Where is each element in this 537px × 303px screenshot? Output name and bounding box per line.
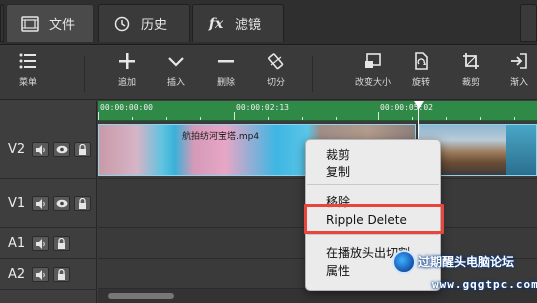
crop-button[interactable]: 裁剪 bbox=[462, 52, 480, 88]
track-label: A2 bbox=[8, 267, 26, 282]
list-menu-icon bbox=[19, 53, 36, 69]
ruler-tick bbox=[200, 117, 201, 120]
track-label: V1 bbox=[8, 196, 26, 211]
fx-icon: fx bbox=[208, 15, 224, 32]
split-label: 切分 bbox=[267, 78, 286, 88]
playhead-handle[interactable] bbox=[414, 101, 424, 109]
ruler-tick bbox=[98, 112, 99, 120]
resize-icon bbox=[365, 53, 381, 68]
plus-icon bbox=[119, 53, 135, 69]
fade-in-label: 渐入 bbox=[510, 78, 529, 88]
ruler-tick bbox=[514, 117, 515, 120]
toolbar: 菜单 追加 插入 删除 切分 改变大小 旋转 裁剪 渐入 bbox=[0, 46, 537, 100]
add-button[interactable]: 追加 bbox=[118, 52, 136, 88]
highlight-box bbox=[304, 204, 444, 234]
minus-icon bbox=[218, 60, 234, 63]
toolbar-divider bbox=[312, 56, 313, 92]
eye-icon[interactable] bbox=[53, 142, 70, 157]
menu-item-properties[interactable]: 属性 bbox=[326, 262, 350, 279]
clock-icon bbox=[113, 15, 131, 33]
watermark-title: 过期醒头电脑论坛 bbox=[418, 255, 515, 269]
lock-icon[interactable] bbox=[53, 236, 70, 251]
watermark: 过期醒头电脑论坛 www.gqgtpc.com bbox=[386, 246, 537, 303]
rotate-button[interactable]: 旋转 bbox=[412, 52, 430, 88]
tab-history-label: 历史 bbox=[141, 18, 168, 33]
ruler-tick bbox=[412, 117, 413, 120]
lock-icon[interactable] bbox=[53, 267, 70, 282]
forum-logo-icon bbox=[392, 250, 416, 274]
insert-label: 插入 bbox=[167, 78, 186, 88]
tab-history[interactable]: 历史 bbox=[98, 4, 190, 42]
fade-in-icon bbox=[511, 53, 527, 69]
menu-separator bbox=[307, 234, 439, 235]
tab-edge-left bbox=[0, 4, 4, 42]
ruler-tick bbox=[336, 117, 337, 120]
ruler-tick bbox=[302, 117, 303, 120]
eye-icon[interactable] bbox=[53, 196, 70, 211]
watermark-url: www.gqgtpc.com bbox=[432, 278, 537, 291]
tab-filter[interactable]: fx 滤镜 bbox=[192, 4, 284, 42]
delete-label: 删除 bbox=[217, 78, 236, 88]
track-label: V2 bbox=[8, 142, 26, 157]
clip-title: 航拍纺 bbox=[509, 132, 537, 142]
tab-next[interactable] bbox=[520, 4, 537, 42]
split-button[interactable]: 切分 bbox=[267, 52, 285, 88]
lock-icon[interactable] bbox=[74, 196, 91, 211]
tab-filter-label: 滤镜 bbox=[235, 18, 262, 33]
crop-icon bbox=[463, 53, 479, 69]
timecode-label: 00:00:02:13 bbox=[236, 103, 289, 112]
timecode-label: 00:00:05:02 bbox=[380, 103, 433, 112]
track-header-a1: A1 bbox=[0, 229, 97, 259]
ruler-tick bbox=[268, 117, 269, 120]
track-header-v1: V1 bbox=[0, 180, 97, 228]
file-icon bbox=[21, 15, 39, 33]
menu-item-crop[interactable]: 裁剪 bbox=[326, 146, 350, 163]
timeline-ruler[interactable]: 00:00:00:00 00:00:02:13 00:00:05:02 bbox=[98, 101, 537, 121]
resize-button[interactable]: 改变大小 bbox=[355, 52, 391, 88]
rotate-label: 旋转 bbox=[412, 78, 431, 88]
rotate-icon bbox=[415, 52, 428, 70]
crop-label: 裁剪 bbox=[462, 78, 481, 88]
ruler-tick bbox=[378, 112, 379, 120]
insert-button[interactable]: 插入 bbox=[167, 52, 185, 88]
track-header-a2: A2 bbox=[0, 260, 97, 290]
ruler-tick bbox=[132, 117, 133, 120]
menu-label: 菜单 bbox=[19, 78, 38, 88]
delete-button[interactable]: 删除 bbox=[217, 52, 235, 88]
speaker-icon[interactable] bbox=[32, 196, 49, 211]
menu-item-copy[interactable]: 复制 bbox=[326, 163, 350, 180]
timecode-label: 00:00:00:00 bbox=[100, 103, 153, 112]
track-label: A1 bbox=[8, 236, 26, 251]
ruler-tick bbox=[446, 117, 447, 120]
tab-file-label: 文件 bbox=[49, 18, 76, 33]
split-blade-icon bbox=[268, 53, 284, 70]
resize-label: 改变大小 bbox=[355, 78, 392, 88]
toolbar-divider bbox=[84, 56, 85, 92]
chevron-down-icon bbox=[168, 57, 184, 67]
speaker-icon[interactable] bbox=[32, 142, 49, 157]
fade-in-button[interactable]: 渐入 bbox=[510, 52, 528, 88]
tab-bar: 文件 历史 fx 滤镜 bbox=[0, 0, 537, 45]
track-header-v2: V2 bbox=[0, 121, 97, 179]
speaker-icon[interactable] bbox=[32, 236, 49, 251]
menu-button[interactable]: 菜单 bbox=[19, 52, 37, 88]
tab-file[interactable]: 文件 bbox=[6, 4, 94, 42]
scrollbar-thumb[interactable] bbox=[108, 293, 174, 299]
ruler-tick bbox=[480, 117, 481, 120]
speaker-icon[interactable] bbox=[32, 267, 49, 282]
lock-icon[interactable] bbox=[74, 142, 91, 157]
menu-separator bbox=[307, 184, 439, 185]
ruler-tick bbox=[166, 117, 167, 120]
ruler-tick bbox=[234, 112, 235, 120]
add-label: 追加 bbox=[118, 78, 137, 88]
clip-title: 航拍纺河宝塔.mp4 bbox=[182, 132, 260, 142]
track-headers: V2 V1 A1 A2 bbox=[0, 101, 97, 303]
